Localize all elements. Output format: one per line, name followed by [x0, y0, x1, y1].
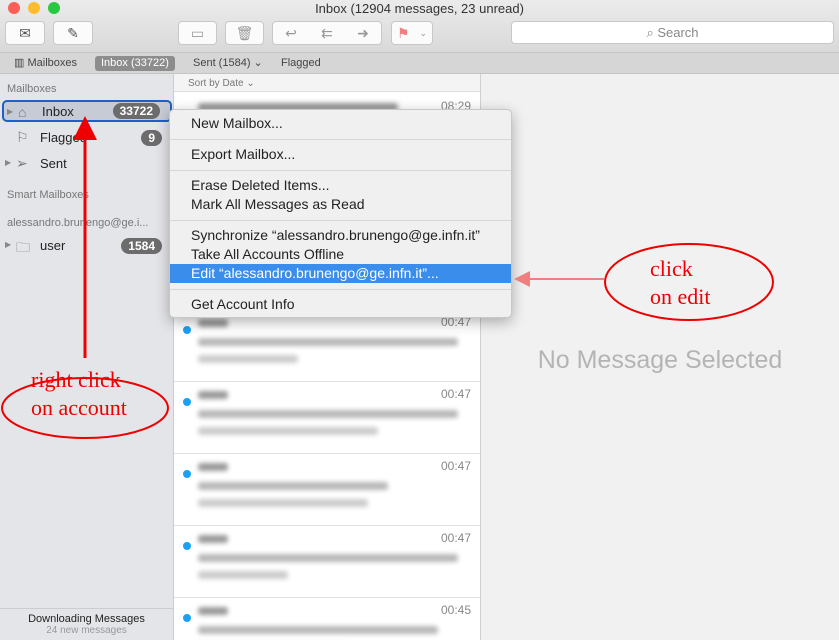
- menu-separator: [170, 139, 511, 140]
- preview-redacted: [198, 427, 378, 435]
- unread-dot: [183, 398, 191, 406]
- flag-icon: ⚑: [396, 24, 410, 41]
- sidebar-item-sent[interactable]: ▶ ➢ Sent: [2, 153, 172, 175]
- envelope-icon: ✉: [19, 24, 31, 41]
- sender-redacted: [198, 463, 228, 471]
- subject-redacted: [198, 626, 438, 634]
- no-message-label: No Message Selected: [537, 346, 783, 374]
- folder-icon: 🗀: [16, 239, 30, 255]
- menu-item-new-mailbox[interactable]: New Mailbox...: [170, 114, 511, 133]
- menu-separator: [170, 170, 511, 171]
- mailboxes-header: Mailboxes: [7, 83, 57, 95]
- sender-redacted: [198, 607, 228, 615]
- message-row[interactable]: 00:47: [174, 382, 480, 454]
- disclosure-triangle-icon[interactable]: ▶: [5, 240, 11, 249]
- subject-redacted: [198, 410, 458, 418]
- count-badge: 1584: [121, 238, 162, 254]
- mailboxes-toggle[interactable]: ▥ Mailboxes: [8, 56, 83, 71]
- favorites-bar: ▥ Mailboxes Inbox (33722) Sent (1584) ⌄ …: [0, 52, 839, 74]
- favorite-flagged[interactable]: Flagged: [275, 56, 327, 71]
- unread-dot: [183, 470, 191, 478]
- annotation-text-left: right click on account: [31, 367, 127, 420]
- message-time: 00:47: [440, 387, 471, 401]
- count-badge: 9: [141, 130, 162, 146]
- preview-redacted: [198, 355, 298, 363]
- disclosure-triangle-icon[interactable]: ▶: [5, 158, 11, 167]
- compose-button[interactable]: ✎: [53, 21, 93, 45]
- message-row[interactable]: 00:47: [174, 310, 480, 382]
- compose-icon: ✎: [67, 24, 79, 41]
- unread-dot: [183, 326, 191, 334]
- sidebar-item-inbox[interactable]: ▶ ⌂ Inbox 33722: [2, 100, 172, 122]
- delete-button[interactable]: 🗑: [225, 21, 264, 45]
- reply-icon[interactable]: ↩: [285, 25, 297, 42]
- sender-redacted: [198, 391, 228, 399]
- chevron-down-icon: ⌄: [419, 27, 428, 38]
- sender-redacted: [198, 535, 228, 543]
- title-bar: Inbox (12904 messages, 23 unread) ✉ ✎ ▭ …: [0, 0, 839, 52]
- sidebar: Mailboxes ▶ ⌂ Inbox 33722 ⚐ Flagged 9 ▶ …: [0, 74, 174, 640]
- favorite-inbox[interactable]: Inbox (33722): [95, 56, 175, 71]
- unread-dot: [183, 614, 191, 622]
- favorite-sent[interactable]: Sent (1584) ⌄: [187, 56, 269, 71]
- context-menu: New Mailbox... Export Mailbox... Erase D…: [169, 109, 512, 318]
- disclosure-triangle-icon[interactable]: ▶: [7, 107, 13, 116]
- menu-item-export-mailbox[interactable]: Export Mailbox...: [170, 145, 511, 164]
- archive-icon: ▭: [190, 24, 205, 41]
- search-input[interactable]: ⌕ Search: [511, 21, 834, 44]
- window-title: Inbox (12904 messages, 23 unread): [315, 1, 524, 16]
- message-row[interactable]: 00:45: [174, 598, 480, 640]
- menu-item-synchronize[interactable]: Synchronize “alessandro.brunengo@ge.infn…: [170, 226, 511, 245]
- message-time: 00:47: [440, 531, 471, 545]
- message-row[interactable]: 00:47: [174, 526, 480, 598]
- sender-redacted: [198, 319, 228, 327]
- sidebar-icon: ▥: [14, 57, 25, 69]
- flag-icon: ⚐: [16, 129, 29, 145]
- inbox-icon: ⌂: [18, 104, 27, 120]
- reply-group: ↩ ⇇ ➜: [272, 21, 382, 45]
- smart-mailboxes-header: Smart Mailboxes: [7, 189, 89, 201]
- menu-separator: [170, 220, 511, 221]
- preview-redacted: [198, 499, 368, 507]
- sidebar-item-flagged[interactable]: ⚐ Flagged 9: [2, 127, 172, 149]
- chevron-down-icon: ⌄: [253, 57, 263, 69]
- get-mail-button[interactable]: ✉: [5, 21, 45, 45]
- chevron-down-icon: ⌄: [246, 78, 255, 89]
- annotation-text-right: click on edit: [650, 256, 711, 309]
- menu-item-mark-all-read[interactable]: Mark All Messages as Read: [170, 195, 511, 214]
- menu-item-edit-account[interactable]: Edit “alessandro.brunengo@ge.infn.it”...: [170, 264, 511, 283]
- message-time: 00:45: [440, 603, 471, 617]
- unread-dot: [183, 542, 191, 550]
- flag-button[interactable]: ⚑ ⌄: [391, 21, 433, 45]
- subject-redacted: [198, 554, 458, 562]
- search-icon: ⌕: [646, 25, 654, 40]
- archive-button[interactable]: ▭: [178, 21, 217, 45]
- menu-item-take-offline[interactable]: Take All Accounts Offline: [170, 245, 511, 264]
- subject-redacted: [198, 338, 458, 346]
- activity-status: Downloading Messages 24 new messages: [0, 608, 173, 640]
- menu-separator: [170, 289, 511, 290]
- account-header[interactable]: alessandro.brunengo@ge.i...: [7, 217, 148, 229]
- message-time: 00:47: [440, 459, 471, 473]
- forward-icon[interactable]: ➜: [357, 25, 369, 42]
- menu-item-get-account-info[interactable]: Get Account Info: [170, 295, 511, 314]
- unread-badge: 33722: [112, 103, 160, 119]
- sidebar-item-user[interactable]: ▶ 🗀 user 1584: [2, 235, 172, 257]
- menu-item-erase-deleted[interactable]: Erase Deleted Items...: [170, 176, 511, 195]
- paper-plane-icon: ➢: [16, 155, 28, 171]
- message-viewer: No Message Selected: [481, 74, 839, 640]
- sort-control[interactable]: Sort by Date ⌄: [174, 74, 480, 92]
- message-row[interactable]: 00:47: [174, 454, 480, 526]
- trash-icon: 🗑: [235, 24, 254, 41]
- preview-redacted: [198, 571, 288, 579]
- reply-all-icon[interactable]: ⇇: [321, 25, 333, 42]
- subject-redacted: [198, 482, 388, 490]
